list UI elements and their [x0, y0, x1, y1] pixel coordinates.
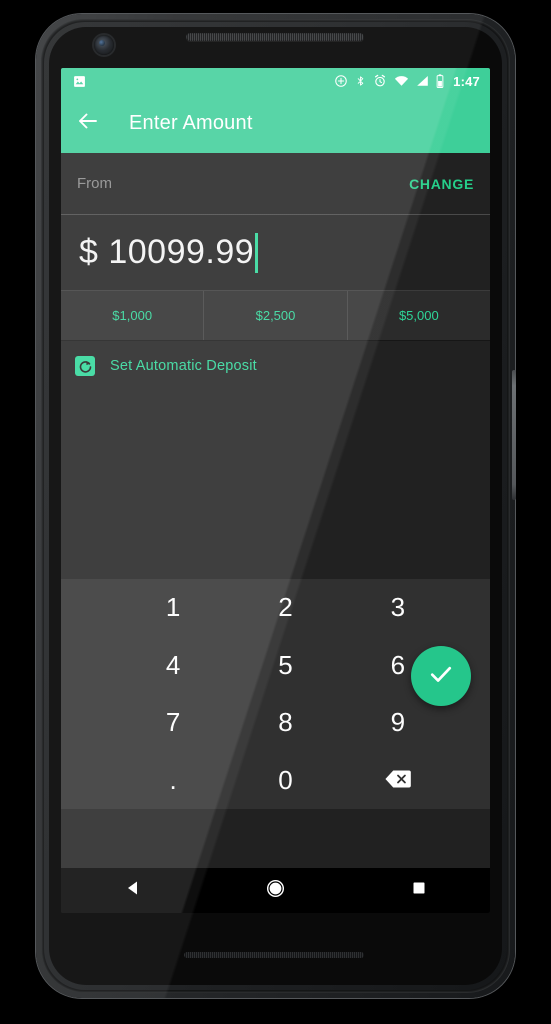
arrow-back-icon [76, 109, 100, 138]
key-3[interactable]: 3 [342, 579, 454, 637]
quick-amount-1[interactable]: $1,000 [61, 291, 205, 340]
battery-icon [436, 74, 444, 88]
app-bar: Enter Amount [61, 94, 490, 153]
image-notification-icon [73, 75, 86, 88]
nav-recents-button[interactable] [347, 881, 490, 900]
location-icon [334, 74, 348, 88]
from-label: From [77, 175, 112, 192]
key-decimal[interactable]: . [117, 752, 229, 810]
key-2[interactable]: 2 [229, 579, 341, 637]
from-account-row[interactable]: From CHANGE [61, 153, 490, 215]
quick-amount-3[interactable]: $5,000 [348, 291, 490, 340]
square-recents-icon [412, 881, 426, 900]
text-caret [255, 232, 259, 273]
amount-value: $ 10099.99 [79, 233, 255, 271]
nav-home-button[interactable] [204, 879, 347, 903]
status-bar-clock: 1:47 [453, 73, 480, 89]
key-backspace[interactable] [342, 752, 454, 810]
alarm-icon [373, 74, 387, 88]
android-navigation-bar [61, 868, 490, 913]
check-icon [427, 660, 455, 693]
key-5[interactable]: 5 [229, 637, 341, 695]
front-camera-icon [94, 35, 114, 55]
bottom-speaker-grille [184, 952, 364, 958]
status-bar-left-icons [73, 75, 334, 88]
key-0[interactable]: 0 [229, 752, 341, 810]
amount-input-row[interactable]: $ 10099.99 [61, 215, 490, 291]
quick-amount-buttons: $1,000 $2,500 $5,000 [61, 291, 490, 341]
triangle-back-icon [125, 880, 141, 901]
key-1[interactable]: 1 [117, 579, 229, 637]
back-button[interactable] [75, 111, 101, 137]
backspace-icon [385, 765, 411, 796]
key-8[interactable]: 8 [229, 694, 341, 752]
change-account-button[interactable]: CHANGE [409, 176, 474, 192]
page-title: Enter Amount [129, 112, 253, 134]
phone-screen: 1:47 Enter Amount From CHANGE $ 10099.99… [61, 68, 490, 913]
status-bar-right-icons: 1:47 [334, 74, 480, 89]
key-7[interactable]: 7 [117, 694, 229, 752]
circle-home-icon [266, 879, 285, 903]
nav-back-button[interactable] [61, 880, 204, 901]
confirm-button[interactable] [411, 646, 471, 706]
status-bar: 1:47 [61, 68, 490, 94]
key-4[interactable]: 4 [117, 637, 229, 695]
wifi-icon [394, 75, 409, 87]
set-automatic-deposit-row[interactable]: Set Automatic Deposit [61, 341, 490, 391]
set-automatic-deposit-label: Set Automatic Deposit [110, 358, 257, 374]
power-button[interactable] [512, 370, 516, 500]
autorenew-icon [75, 356, 95, 376]
earpiece-speaker [186, 33, 364, 41]
bluetooth-icon [355, 74, 366, 88]
cellular-signal-icon [416, 75, 429, 87]
quick-amount-2[interactable]: $2,500 [204, 291, 348, 340]
